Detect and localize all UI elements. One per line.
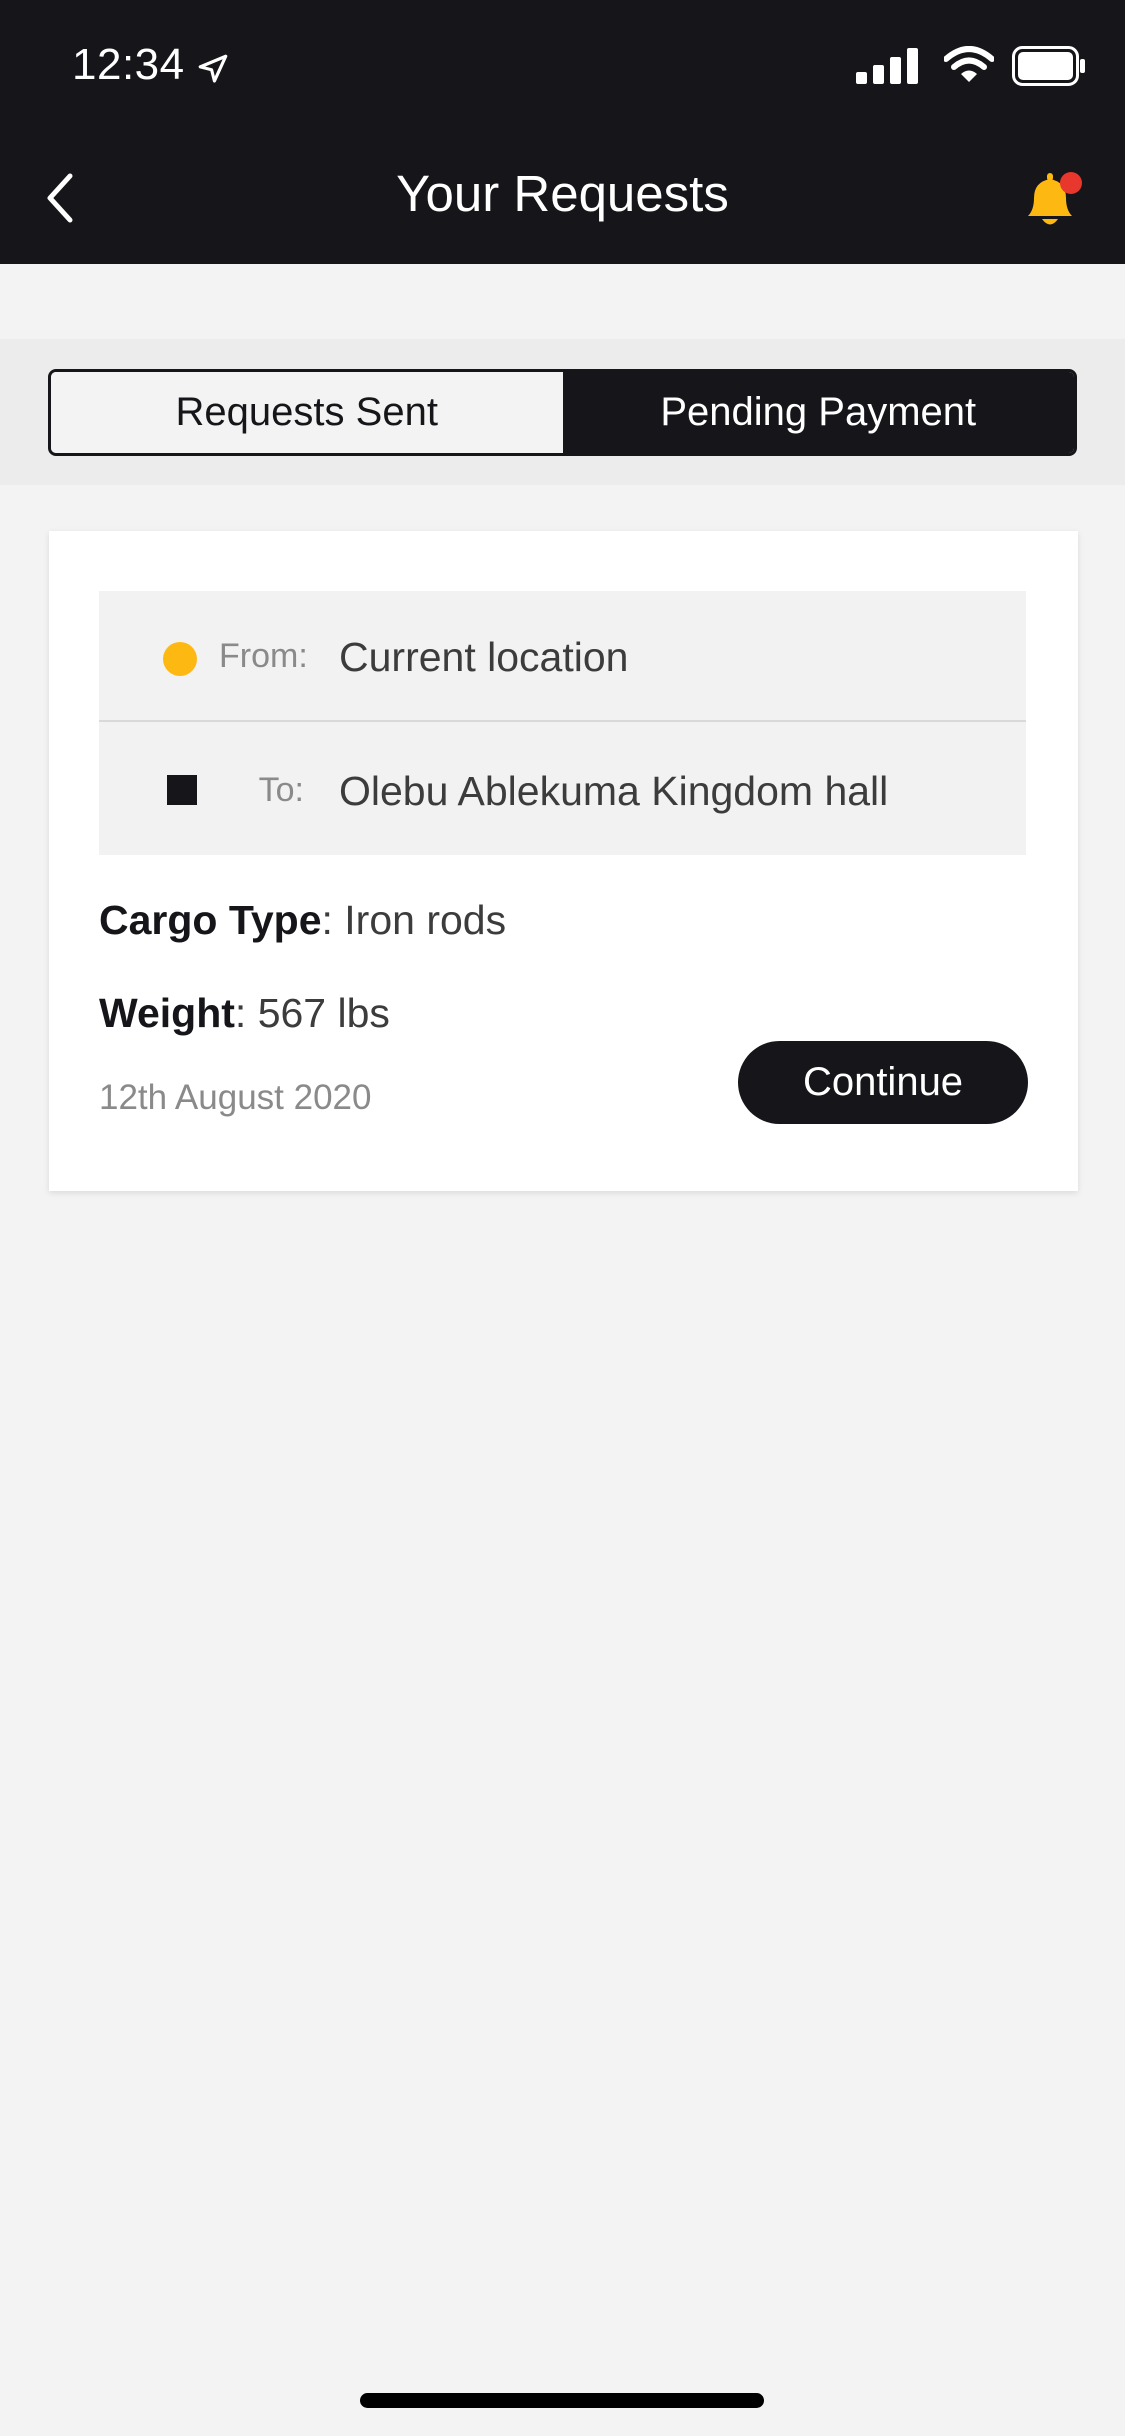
- from-value: Current location: [339, 634, 629, 680]
- route-box: From: Current location To: Olebu Ablekum…: [99, 591, 1026, 855]
- weight: Weight: 567 lbs: [99, 990, 390, 1037]
- continue-button[interactable]: Continue: [738, 1041, 1028, 1124]
- route-to-row: To: Olebu Ablekuma Kingdom hall: [99, 723, 1026, 854]
- from-label: From:: [219, 637, 308, 675]
- page-title: Your Requests: [396, 165, 729, 222]
- weight-label: Weight: [99, 990, 235, 1036]
- to-value: Olebu Ablekuma Kingdom hall: [339, 768, 889, 814]
- to-label: To:: [258, 771, 304, 809]
- wifi-icon: [944, 46, 994, 82]
- notification-bell-icon[interactable]: [1020, 168, 1086, 234]
- tab-requests-sent[interactable]: Requests Sent: [51, 372, 563, 453]
- cargo-type-label: Cargo Type: [99, 897, 322, 943]
- weight-value: : 567 lbs: [234, 990, 390, 1036]
- home-indicator[interactable]: [360, 2393, 764, 2408]
- location-arrow-icon: [198, 54, 228, 83]
- segmented-control: Requests Sent Pending Payment: [48, 369, 1077, 456]
- request-date: 12th August 2020: [99, 1078, 372, 1117]
- cargo-type-value: : Iron rods: [321, 897, 507, 943]
- origin-dot-icon: [163, 642, 197, 676]
- battery-icon: [1012, 46, 1085, 86]
- screen: 12:34 Your Requests Requests Sent Pendin…: [0, 0, 1125, 2436]
- destination-square-icon: [167, 775, 197, 805]
- request-card[interactable]: From: Current location To: Olebu Ablekum…: [49, 531, 1078, 1191]
- route-from-row: From: Current location: [99, 591, 1026, 722]
- status-time: 12:34: [72, 40, 185, 89]
- cargo-type: Cargo Type: Iron rods: [99, 897, 506, 944]
- tab-pending-payment[interactable]: Pending Payment: [562, 372, 1074, 453]
- signal-icon: [856, 48, 918, 84]
- top-header: 12:34 Your Requests: [0, 0, 1125, 264]
